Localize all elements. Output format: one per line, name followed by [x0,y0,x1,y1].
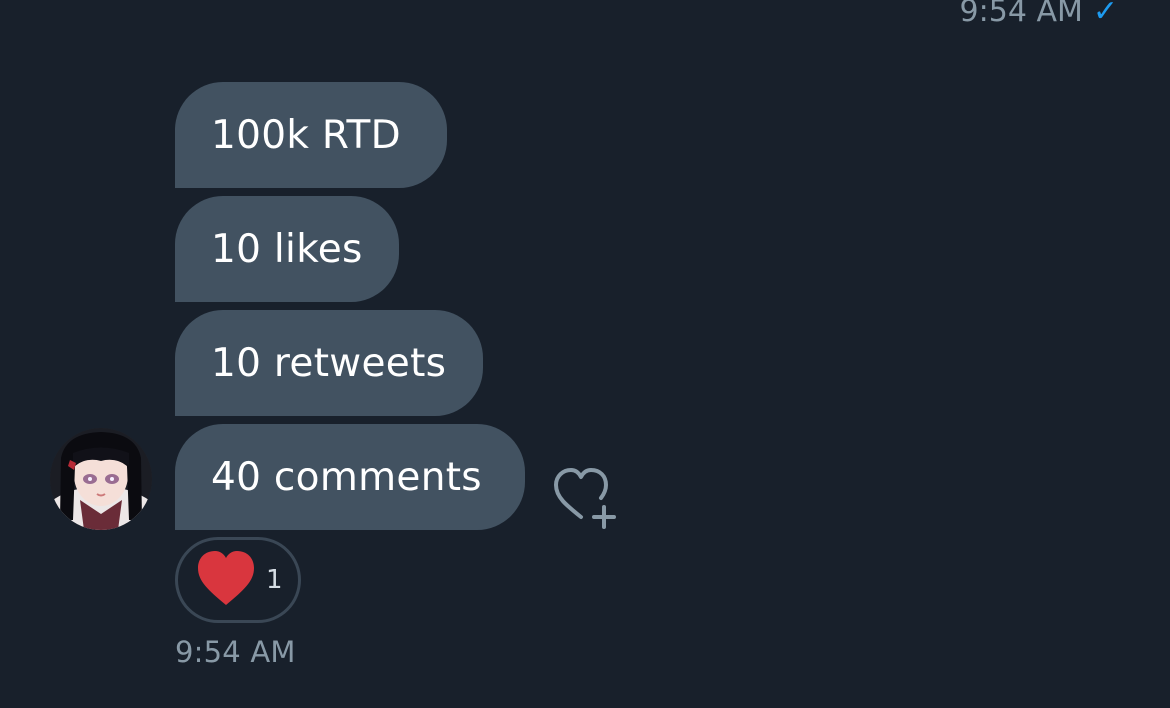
message-text: 40 comments [211,454,482,500]
message-bubble-retweets[interactable]: 10 retweets [175,310,483,416]
message-time: 9:54 AM [175,635,296,669]
message-text: 10 likes [211,226,363,272]
check-icon: ✓ [1092,0,1118,29]
message-text: 10 retweets [211,340,447,386]
heart-reaction[interactable]: 1 [175,537,301,623]
reaction-count: 1 [266,565,283,595]
message-bubble-likes[interactable]: 10 likes [175,196,399,302]
avatar[interactable] [50,428,152,530]
message-bubble-comments[interactable]: 40 comments [175,424,525,530]
message-status: 9:54 AM ✓ [960,0,1118,34]
message-bubble-rtd[interactable]: 100k RTD [175,82,447,188]
sent-time: 9:54 AM [959,0,1083,29]
heart-icon [194,549,258,611]
heart-plus-icon[interactable] [548,460,624,530]
message-text: 100k RTD [211,112,401,158]
